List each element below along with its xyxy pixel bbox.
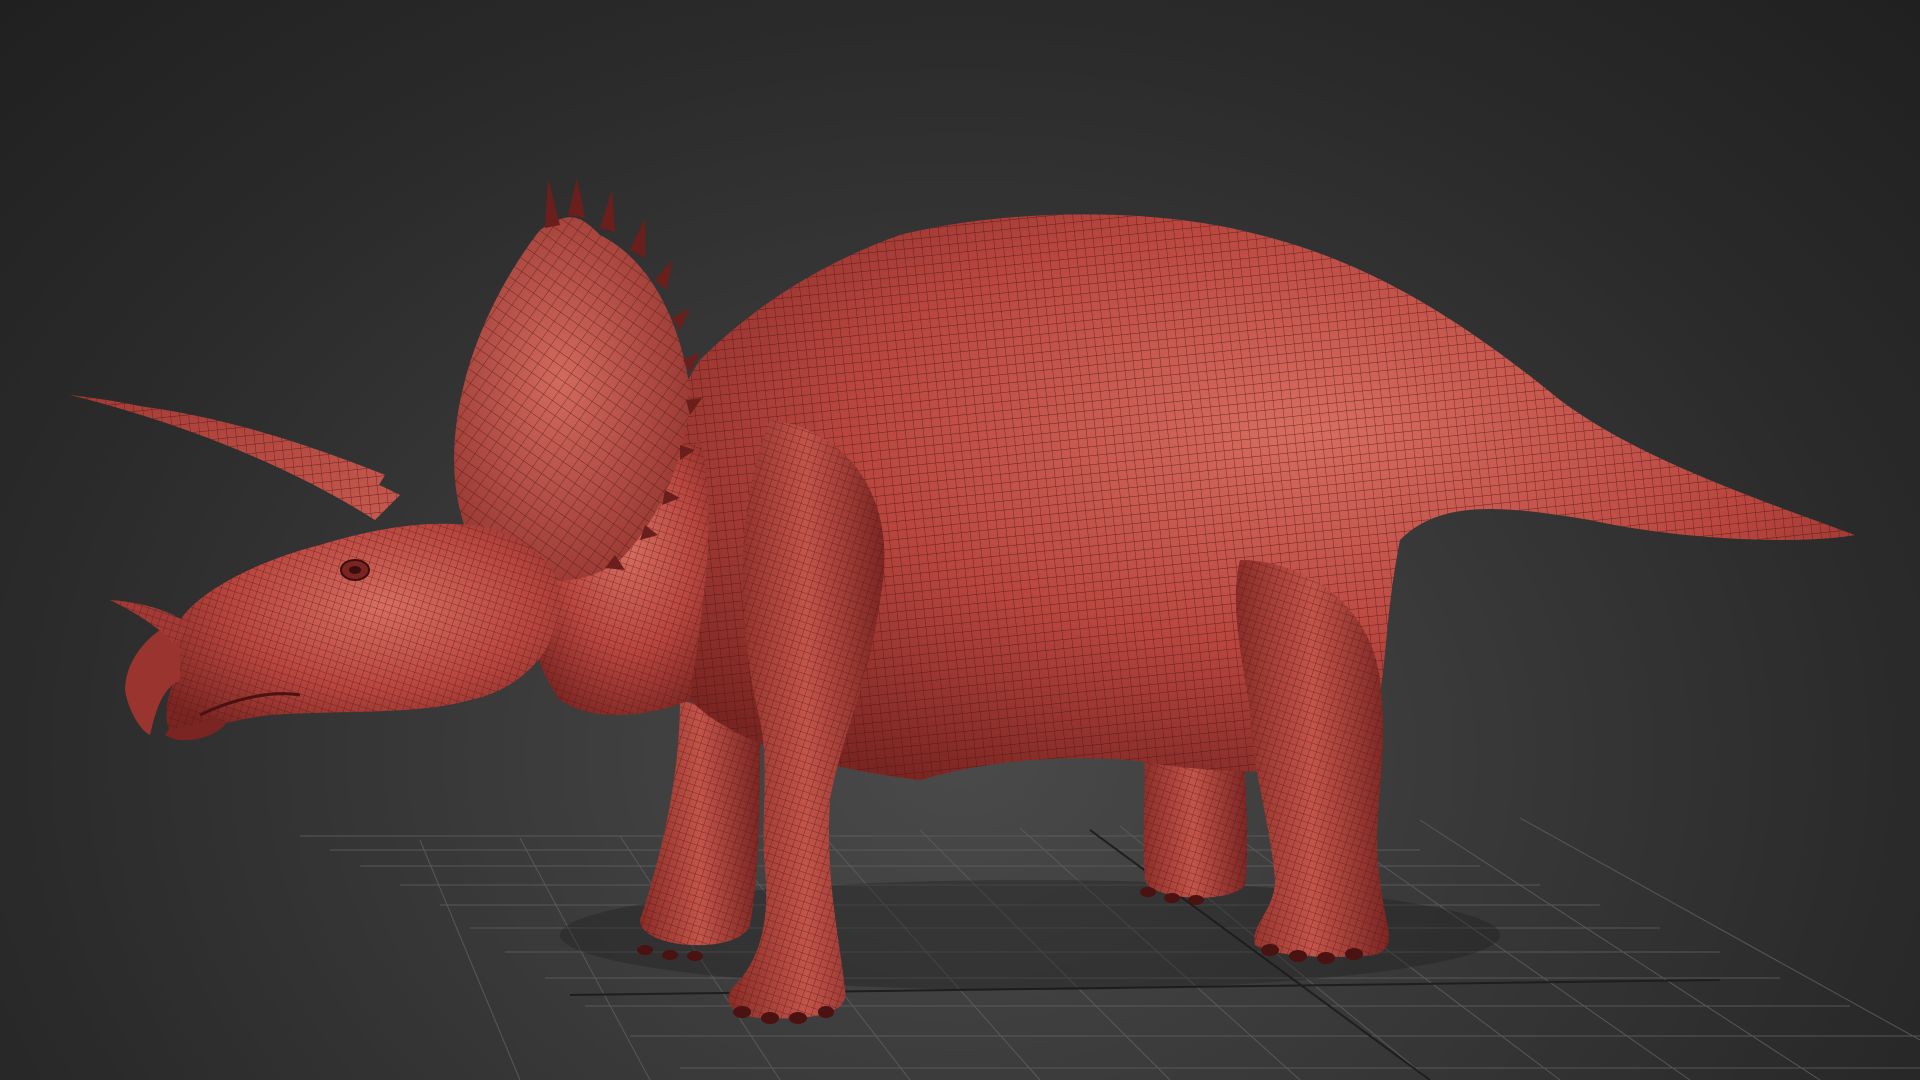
front-leg-far: [640, 700, 760, 946]
brow-horn-near: [70, 395, 400, 520]
3d-viewport[interactable]: [0, 0, 1920, 1080]
head: [125, 523, 560, 741]
viewport-scene[interactable]: [0, 0, 1920, 1080]
